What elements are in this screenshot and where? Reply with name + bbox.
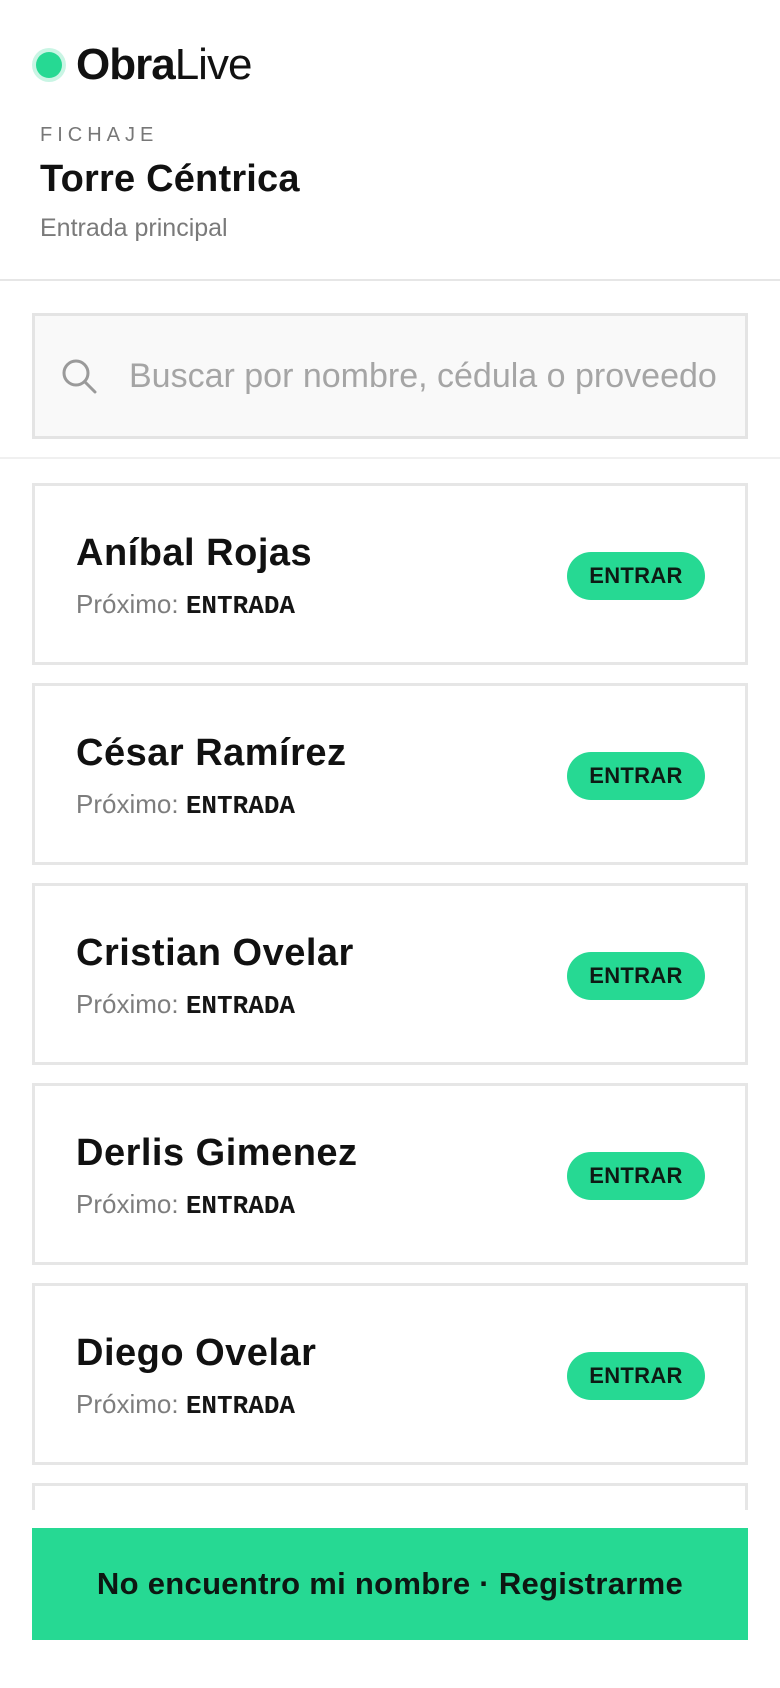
worker-next-status: Próximo: ENTRADA (76, 1189, 295, 1221)
worker-next-value: ENTRADA (185, 791, 296, 821)
worker-next-value: ENTRADA (185, 1391, 296, 1421)
site-subtitle: Entrada principal (40, 214, 228, 242)
worker-next-value: ENTRADA (185, 1191, 296, 1221)
status-dot-icon (36, 52, 62, 78)
app-root: ObraLive FICHAJE Torre Céntrica Entrada … (0, 0, 780, 1688)
brand-name-light: Live (174, 40, 253, 89)
enter-button[interactable]: ENTRAR (567, 552, 705, 600)
worker-name: Derlis Gimenez (76, 1132, 358, 1174)
section-eyebrow: FICHAJE (40, 124, 159, 146)
brand-logo: ObraLive (36, 40, 253, 90)
search-section (0, 281, 780, 459)
worker-next-label: Próximo: (76, 789, 179, 819)
header: ObraLive FICHAJE Torre Céntrica Entrada … (0, 0, 780, 281)
worker-name: Cristian Ovelar (76, 932, 354, 974)
worker-name: Aníbal Rojas (76, 532, 313, 574)
worker-next-status: Próximo: ENTRADA (76, 989, 295, 1021)
enter-button[interactable]: ENTRAR (567, 752, 705, 800)
enter-button[interactable]: ENTRAR (567, 1152, 705, 1200)
worker-next-label: Próximo: (76, 1389, 179, 1419)
worker-next-status: Próximo: ENTRADA (76, 789, 295, 821)
worker-next-value: ENTRADA (185, 591, 296, 621)
worker-card[interactable]: César Ramírez Próximo: ENTRADA ENTRAR (32, 683, 748, 865)
enter-button[interactable]: ENTRAR (567, 952, 705, 1000)
worker-name: Diego Ovelar (76, 1332, 317, 1374)
worker-name: César Ramírez (76, 732, 347, 774)
worker-next-label: Próximo: (76, 1189, 179, 1219)
worker-list: Aníbal Rojas Próximo: ENTRADA ENTRAR Cés… (0, 459, 780, 1665)
site-title: Torre Céntrica (40, 158, 300, 200)
search-input[interactable] (129, 356, 719, 396)
worker-next-label: Próximo: (76, 589, 179, 619)
worker-card[interactable]: Aníbal Rojas Próximo: ENTRADA ENTRAR (32, 483, 748, 665)
worker-card[interactable]: Derlis Gimenez Próximo: ENTRADA ENTRAR (32, 1083, 748, 1265)
worker-next-value: ENTRADA (185, 991, 296, 1021)
brand-name-strong: Obra (76, 40, 176, 89)
worker-next-status: Próximo: ENTRADA (76, 589, 295, 621)
worker-card[interactable]: Cristian Ovelar Próximo: ENTRADA ENTRAR (32, 883, 748, 1065)
worker-next-label: Próximo: (76, 989, 179, 1019)
search-box[interactable] (32, 313, 748, 439)
register-button[interactable]: No encuentro mi nombre · Registrarme (32, 1528, 748, 1640)
brand-name: ObraLive (76, 40, 253, 89)
bottom-action-bar: No encuentro mi nombre · Registrarme (0, 1510, 780, 1688)
worker-card[interactable]: Diego Ovelar Próximo: ENTRADA ENTRAR (32, 1283, 748, 1465)
worker-next-status: Próximo: ENTRADA (76, 1389, 295, 1421)
enter-button[interactable]: ENTRAR (567, 1352, 705, 1400)
search-icon (62, 359, 97, 394)
